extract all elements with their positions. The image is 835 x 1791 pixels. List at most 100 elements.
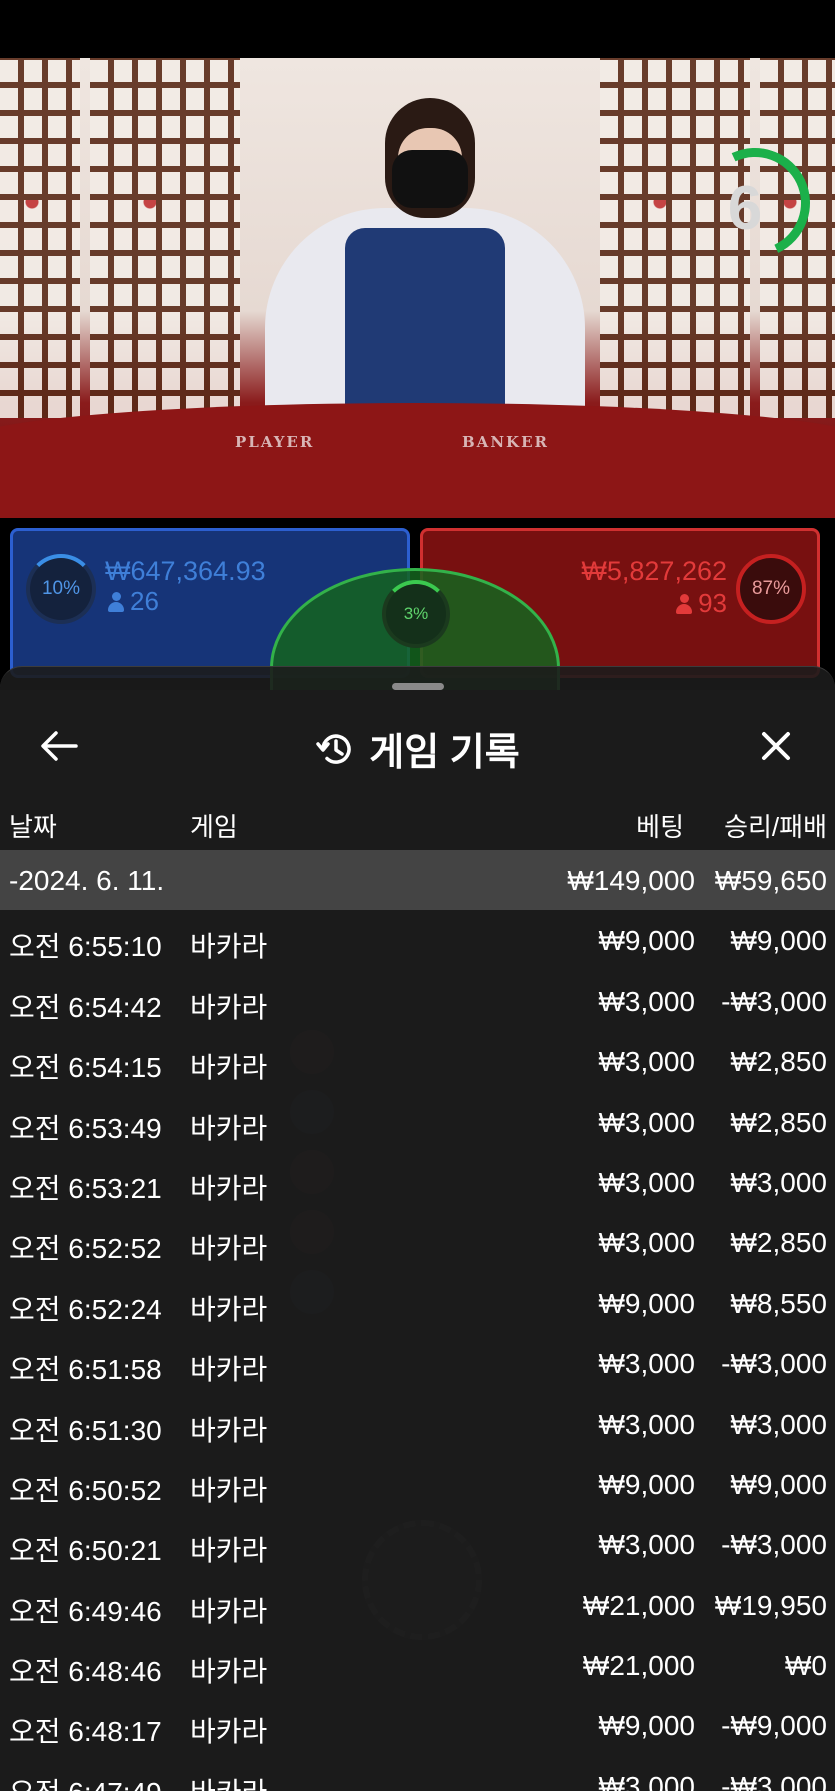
group-result-total: ₩59,650	[714, 865, 827, 896]
row-game: 바카라	[190, 1595, 268, 1627]
history-rows: 오전 6:55:10 바카라 ₩9,000 ₩9,000 오전 6:54:42 바카라 ₩3…	[0, 910, 835, 1791]
sheet-title: 게임 기록	[369, 732, 520, 774]
history-row[interactable]: 오전 6:48:17 바카라 ₩9,000 -₩9,000	[0, 1695, 835, 1755]
row-bet: ₩3,000	[598, 1529, 696, 1561]
row-game: 바카라	[190, 1293, 268, 1325]
date-group-row[interactable]: -2024. 6. 11. ₩149,000 ₩59,650	[0, 850, 835, 911]
row-game: 바카라	[190, 1656, 268, 1688]
history-row[interactable]: 오전 6:50:52 바카라 ₩9,000 ₩9,000	[0, 1454, 835, 1514]
row-time: 오전 6:51:58	[9, 1354, 162, 1386]
row-bet: ₩21,000	[582, 1589, 695, 1621]
row-result: ₩2,850	[730, 1106, 828, 1138]
row-result: -₩9,000	[721, 1710, 827, 1742]
sheet-header: 게임 기록	[0, 707, 835, 787]
row-result: -₩3,000	[721, 1529, 827, 1561]
row-result: ₩2,850	[730, 1227, 828, 1259]
game-history-sheet: 게임 기록 날짜 게임 베팅 승리/패배 -2024. 6. 11. ₩149,…	[0, 666, 835, 1791]
row-bet: ₩9,000	[598, 1710, 696, 1742]
row-time: 오전 6:54:15	[9, 1052, 162, 1084]
close-icon	[762, 732, 790, 760]
group-date: -2024. 6. 11.	[9, 865, 165, 896]
row-bet: ₩3,000	[598, 1046, 696, 1078]
row-time: 오전 6:50:52	[9, 1474, 162, 1506]
history-row[interactable]: 오전 6:51:30 바카라 ₩3,000 ₩3,000	[0, 1394, 835, 1454]
row-time: 오전 6:53:21	[9, 1172, 162, 1204]
history-row[interactable]: 오전 6:53:49 바카라 ₩3,000 ₩2,850	[0, 1092, 835, 1152]
player-total-amount: ₩647,364.93	[105, 556, 266, 586]
history-icon	[316, 733, 352, 764]
sheet-grabber[interactable]	[392, 683, 444, 690]
row-game: 바카라	[190, 1233, 268, 1265]
row-game: 바카라	[190, 1052, 268, 1084]
history-row[interactable]: 오전 6:54:15 바카라 ₩3,000 ₩2,850	[0, 1031, 835, 1091]
row-bet: ₩9,000	[598, 1287, 696, 1319]
decor-screen	[0, 58, 80, 418]
felt-label-player: PLAYER	[235, 433, 315, 451]
history-row[interactable]: 오전 6:48:46 바카라 ₩21,000 ₩0	[0, 1635, 835, 1695]
column-game: 게임	[190, 812, 238, 842]
status-bar	[0, 0, 835, 58]
row-bet: ₩3,000	[598, 1227, 696, 1259]
row-game: 바카라	[190, 1354, 268, 1386]
row-bet: ₩9,000	[598, 925, 696, 957]
history-row[interactable]: 오전 6:52:52 바카라 ₩3,000 ₩2,850	[0, 1212, 835, 1272]
history-row[interactable]: 오전 6:52:24 바카라 ₩9,000 ₩8,550	[0, 1273, 835, 1333]
column-date: 날짜	[9, 812, 57, 842]
history-row[interactable]: 오전 6:55:10 바카라 ₩9,000 ₩9,000	[0, 910, 835, 970]
player-percent: 10%	[26, 554, 96, 624]
row-time: 오전 6:54:42	[9, 991, 162, 1023]
row-time: 오전 6:49:46	[9, 1595, 162, 1627]
table-felt	[0, 403, 835, 518]
row-bet: ₩3,000	[598, 1408, 696, 1440]
row-result: -₩3,000	[721, 1770, 827, 1791]
row-bet: ₩9,000	[598, 1468, 696, 1500]
row-time: 오전 6:52:52	[9, 1233, 162, 1265]
row-result: -₩3,000	[721, 1348, 827, 1380]
row-result: ₩0	[785, 1650, 827, 1682]
history-row[interactable]: 오전 6:50:21 바카라 ₩3,000 -₩3,000	[0, 1514, 835, 1574]
row-time: 오전 6:48:17	[9, 1716, 162, 1748]
history-row[interactable]: 오전 6:47:49 바카라 ₩3,000 -₩3,000	[0, 1756, 835, 1791]
history-row[interactable]: 오전 6:51:58 바카라 ₩3,000 -₩3,000	[0, 1333, 835, 1393]
row-result: ₩3,000	[730, 1166, 828, 1198]
row-time: 오전 6:47:49	[9, 1771, 162, 1791]
close-button[interactable]	[747, 717, 805, 775]
history-row[interactable]: 오전 6:53:21 바카라 ₩3,000 ₩3,000	[0, 1152, 835, 1212]
row-result: ₩2,850	[730, 1046, 828, 1078]
column-result: 승리/패배	[724, 812, 827, 842]
row-time: 오전 6:51:30	[9, 1414, 162, 1446]
banker-total-amount: ₩5,827,262	[581, 556, 727, 586]
row-bet: ₩3,000	[598, 1348, 696, 1380]
row-time: 오전 6:50:21	[9, 1535, 162, 1567]
person-icon	[108, 592, 124, 612]
row-game: 바카라	[190, 991, 268, 1023]
felt-label-banker: BANKER	[462, 433, 549, 451]
history-row[interactable]: 오전 6:54:42 바카라 ₩3,000 -₩3,000	[0, 971, 835, 1031]
row-result: ₩19,950	[714, 1589, 827, 1621]
countdown-number: 6	[727, 174, 763, 243]
history-row[interactable]: 오전 6:49:46 바카라 ₩21,000 ₩19,950	[0, 1575, 835, 1635]
row-result: ₩9,000	[730, 1468, 828, 1500]
player-bettor-count: 26	[108, 586, 159, 617]
row-game: 바카라	[190, 1414, 268, 1446]
decor-screen	[90, 58, 240, 418]
group-bet-total: ₩149,000	[567, 865, 695, 896]
row-game: 바카라	[190, 1771, 267, 1791]
live-video: PLAYER BANKER 6	[0, 58, 835, 518]
dealer-mask	[392, 150, 468, 208]
row-time: 오전 6:52:24	[9, 1293, 162, 1325]
sheet-title-wrap: 게임 기록	[0, 721, 835, 776]
banker-bettor-count: 93	[676, 588, 727, 619]
history-list[interactable]: -2024. 6. 11. ₩149,000 ₩59,650 오전 6:55:1…	[0, 850, 835, 1791]
row-result: ₩8,550	[730, 1287, 828, 1319]
row-bet: ₩3,000	[598, 1106, 696, 1138]
row-game: 바카라	[190, 931, 268, 963]
row-result: ₩9,000	[730, 925, 828, 957]
row-time: 오전 6:48:46	[9, 1656, 162, 1688]
row-game: 바카라	[190, 1716, 268, 1748]
banker-percent: 87%	[736, 554, 806, 624]
row-game: 바카라	[190, 1112, 268, 1144]
row-game: 바카라	[190, 1474, 268, 1506]
row-game: 바카라	[190, 1535, 268, 1567]
row-bet: ₩3,000	[598, 1166, 696, 1198]
